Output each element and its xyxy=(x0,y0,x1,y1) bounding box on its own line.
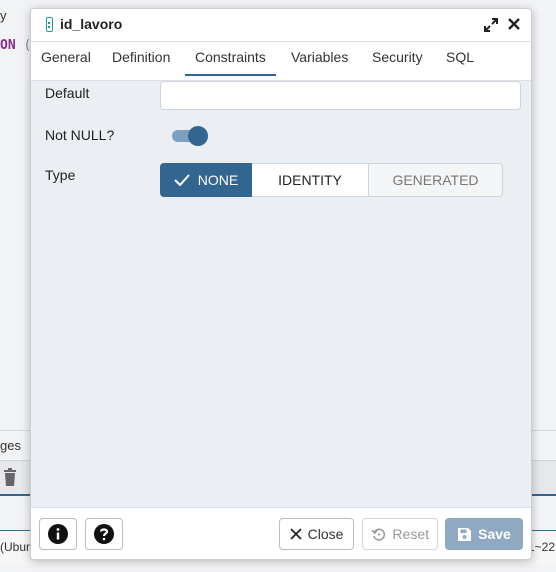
reset-icon xyxy=(371,528,386,541)
info-icon xyxy=(48,524,68,544)
type-option-generated[interactable]: GENERATED xyxy=(369,163,503,197)
background-tab-indicator-left xyxy=(0,494,30,496)
save-button-label: Save xyxy=(478,526,511,542)
type-option-none-label: NONE xyxy=(197,172,239,188)
column-icon xyxy=(46,17,53,32)
tab-security[interactable]: Security xyxy=(372,49,423,65)
save-icon xyxy=(458,527,472,541)
close-icon xyxy=(289,528,302,540)
dialog-title: id_lavoro xyxy=(60,16,123,32)
background-sql-snippet: ON ( xyxy=(0,38,31,53)
column-properties-dialog: id_lavoro General Definition Constraints… xyxy=(30,8,532,560)
background-panel-label: ges xyxy=(0,438,21,453)
close-button[interactable]: Close xyxy=(279,518,354,550)
sql-keyword: ON xyxy=(0,38,16,53)
toggle-knob xyxy=(188,126,208,146)
close-icon[interactable] xyxy=(507,17,521,31)
dialog-footer: Close Reset Save xyxy=(31,507,531,559)
reset-button-label: Reset xyxy=(392,526,429,542)
default-label: Default xyxy=(45,85,90,101)
dialog-titlebar[interactable]: id_lavoro xyxy=(31,9,531,42)
tab-variables[interactable]: Variables xyxy=(291,49,348,65)
help-button[interactable] xyxy=(85,518,123,550)
type-option-identity[interactable]: IDENTITY xyxy=(252,163,369,197)
tab-definition[interactable]: Definition xyxy=(112,49,170,65)
info-button[interactable] xyxy=(39,518,77,550)
save-button[interactable]: Save xyxy=(445,518,523,550)
expand-icon[interactable] xyxy=(483,17,499,33)
status-text-left: (Ubur xyxy=(0,540,31,554)
tab-sql[interactable]: SQL xyxy=(446,49,474,65)
check-icon xyxy=(174,174,190,186)
default-input[interactable] xyxy=(160,81,521,110)
background-toolbar-right xyxy=(530,460,556,496)
status-text-right: 1~22 xyxy=(528,540,556,554)
dialog-tabs: General Definition Constraints Variables… xyxy=(31,42,531,81)
trash-icon[interactable] xyxy=(3,468,17,486)
tab-constraints[interactable]: Constraints xyxy=(185,49,276,76)
reset-button[interactable]: Reset xyxy=(362,518,438,550)
background-tab-indicator-right xyxy=(530,494,556,496)
not-null-toggle[interactable] xyxy=(172,126,208,146)
close-button-label: Close xyxy=(307,526,344,542)
type-label: Type xyxy=(45,167,76,183)
help-icon xyxy=(94,524,114,544)
type-option-none[interactable]: NONE xyxy=(160,163,252,197)
tab-general[interactable]: General xyxy=(41,49,91,65)
not-null-label: Not NULL? xyxy=(45,127,115,143)
background-text-top: y xyxy=(0,8,7,23)
